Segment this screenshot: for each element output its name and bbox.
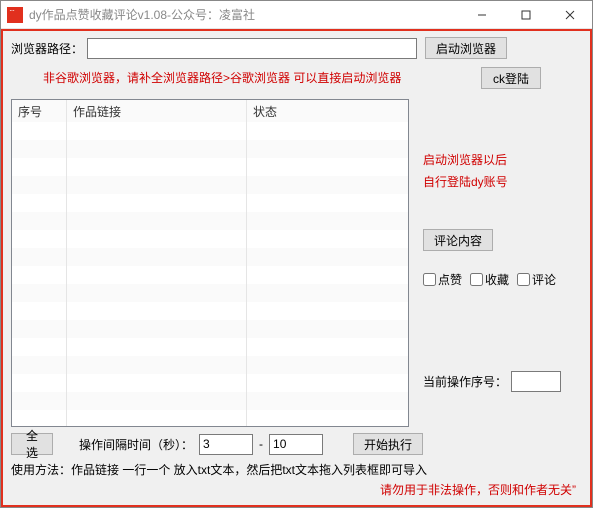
close-button[interactable] (548, 1, 592, 29)
app-window: dy作品点赞收藏评论v1.08-公众号：凌富社 浏览器路径： 启动浏览器 非谷歌… (0, 0, 593, 508)
interval-label: 操作间隔时间（秒）： (79, 436, 193, 453)
like-checkbox[interactable] (423, 273, 436, 286)
close-icon (565, 10, 575, 20)
table-row (12, 392, 408, 410)
table-row (12, 374, 408, 392)
client-area: 浏览器路径： 启动浏览器 非谷歌浏览器，请补全浏览器路径>谷歌浏览器 可以直接启… (1, 29, 592, 507)
table-row (12, 158, 408, 176)
like-label: 点赞 (438, 271, 462, 288)
col-link-header: 作品链接 (67, 100, 247, 122)
side-instruction-2: 自行登陆dy账号 (423, 173, 508, 190)
maximize-button[interactable] (504, 1, 548, 29)
browser-hint-text: 非谷歌浏览器，请补全浏览器路径>谷歌浏览器 可以直接启动浏览器 (43, 69, 401, 86)
interval-to-input[interactable] (269, 434, 323, 455)
ck-login-button[interactable]: ck登陆 (481, 67, 541, 89)
table-row (12, 266, 408, 284)
col-status-header: 状态 (247, 100, 408, 122)
table-row (12, 140, 408, 158)
table-row (12, 284, 408, 302)
table-row (12, 356, 408, 374)
minimize-button[interactable] (460, 1, 504, 29)
interval-from-input[interactable] (199, 434, 253, 455)
collect-checkbox[interactable] (470, 273, 483, 286)
browser-path-input[interactable] (87, 38, 417, 59)
col-index-header: 序号 (12, 100, 67, 122)
table-row (12, 302, 408, 320)
usage-text: 使用方法：作品链接 一行一个 放入txt文本，然后把txt文本拖入列表框即可导入 (11, 461, 427, 478)
table-row (12, 248, 408, 266)
current-index-label: 当前操作序号： (423, 373, 507, 390)
table-row (12, 320, 408, 338)
collect-label: 收藏 (485, 271, 509, 288)
table-row (12, 122, 408, 140)
links-table[interactable]: 序号 作品链接 状态 (11, 99, 409, 427)
current-index-input[interactable] (511, 371, 561, 392)
table-row (12, 230, 408, 248)
table-row (12, 410, 408, 427)
interval-dash: - (259, 437, 263, 451)
warning-text: 请勿用于非法操作，否则和作者无关” (380, 481, 576, 498)
comment-label: 评论 (532, 271, 556, 288)
table-header: 序号 作品链接 状态 (12, 100, 408, 122)
launch-browser-button[interactable]: 启动浏览器 (425, 37, 507, 59)
comment-content-button[interactable]: 评论内容 (423, 229, 493, 251)
minimize-icon (477, 10, 487, 20)
browser-path-label: 浏览器路径： (11, 40, 83, 57)
titlebar: dy作品点赞收藏评论v1.08-公众号：凌富社 (1, 1, 592, 29)
maximize-icon (521, 10, 531, 20)
table-row (12, 194, 408, 212)
like-checkbox-label[interactable]: 点赞 (423, 271, 462, 288)
app-icon (7, 7, 23, 23)
side-instruction-1: 启动浏览器以后 (423, 151, 507, 168)
comment-checkbox[interactable] (517, 273, 530, 286)
window-title: dy作品点赞收藏评论v1.08-公众号：凌富社 (29, 6, 460, 23)
table-body (12, 122, 408, 427)
select-all-button[interactable]: 全选 (11, 433, 53, 455)
start-button[interactable]: 开始执行 (353, 433, 423, 455)
comment-checkbox-label[interactable]: 评论 (517, 271, 556, 288)
table-row (12, 338, 408, 356)
collect-checkbox-label[interactable]: 收藏 (470, 271, 509, 288)
table-row (12, 212, 408, 230)
table-row (12, 176, 408, 194)
